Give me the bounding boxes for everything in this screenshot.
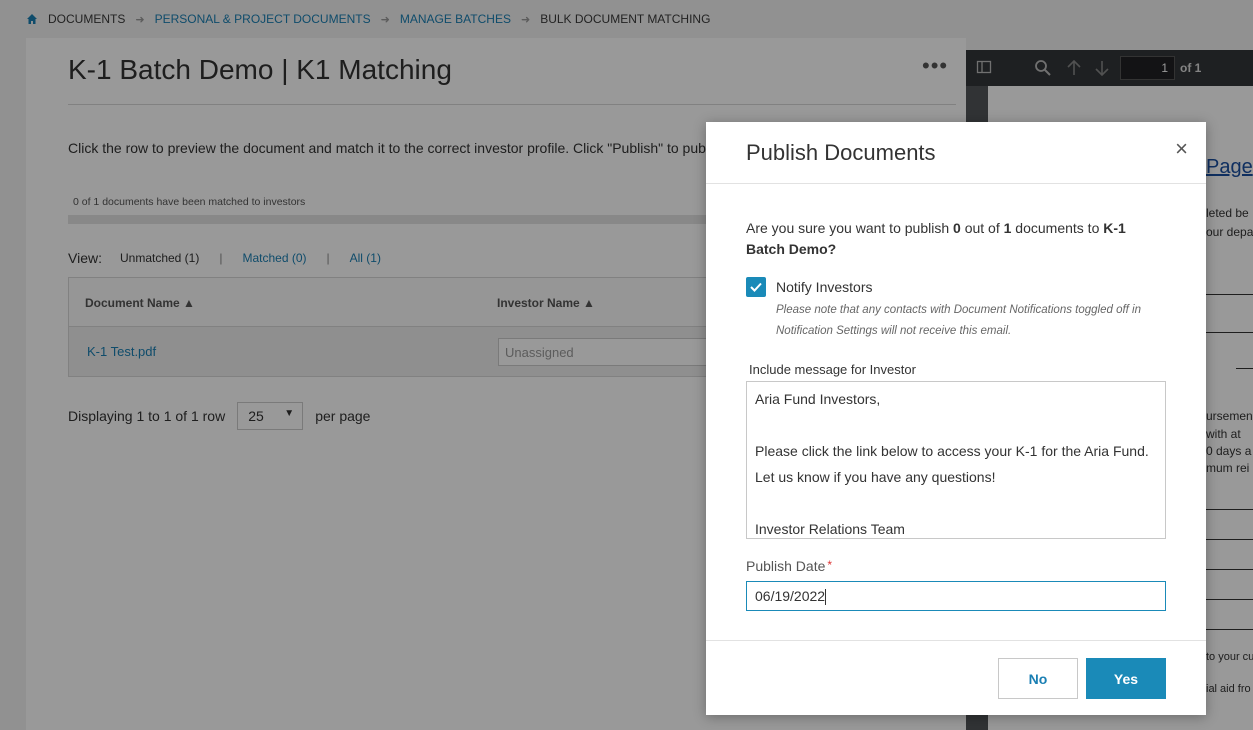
yes-button[interactable]: Yes <box>1086 658 1166 699</box>
checkmark-icon <box>750 282 762 292</box>
text-cursor <box>825 589 827 606</box>
notify-note: Please note that any contacts with Docum… <box>776 304 1142 337</box>
confirm-middle: out of <box>960 220 1004 236</box>
confirm-suffix: documents to <box>1011 220 1104 236</box>
publish-date-label: Publish Date * <box>746 558 832 574</box>
dialog-header: Publish Documents × <box>706 122 1206 184</box>
message-label: Include message for Investor <box>749 362 916 377</box>
message-line: Aria Fund Investors, <box>755 391 881 407</box>
publish-date-label-text: Publish Date <box>746 558 826 574</box>
message-line: Investor Relations Team <box>755 521 905 537</box>
message-line <box>755 490 1157 516</box>
message-line: Please click the link below to access yo… <box>755 443 1149 459</box>
publish-date-input[interactable]: 06/19/2022 <box>746 581 1166 611</box>
no-button[interactable]: No <box>998 658 1078 699</box>
dialog-footer: No Yes <box>706 640 1206 715</box>
message-line <box>755 412 1157 438</box>
close-icon[interactable]: × <box>1175 136 1188 162</box>
confirm-prefix: Are you sure you want to publish <box>746 220 954 236</box>
required-mark: * <box>827 558 833 572</box>
publish-documents-dialog: Publish Documents × Are you sure you wan… <box>706 122 1206 715</box>
notify-investors-label[interactable]: Notify Investors <box>776 279 872 295</box>
publish-date-value: 06/19/2022 <box>755 588 826 604</box>
notify-investors-checkbox[interactable] <box>746 277 766 297</box>
message-line: Let us know if you have any questions! <box>755 469 996 485</box>
investor-message-textarea[interactable]: Aria Fund Investors, Please click the li… <box>746 381 1166 539</box>
dialog-title: Publish Documents <box>746 140 936 165</box>
confirm-message: Are you sure you want to publish 0 out o… <box>746 218 1166 260</box>
confirm-count: 0 <box>953 220 961 236</box>
